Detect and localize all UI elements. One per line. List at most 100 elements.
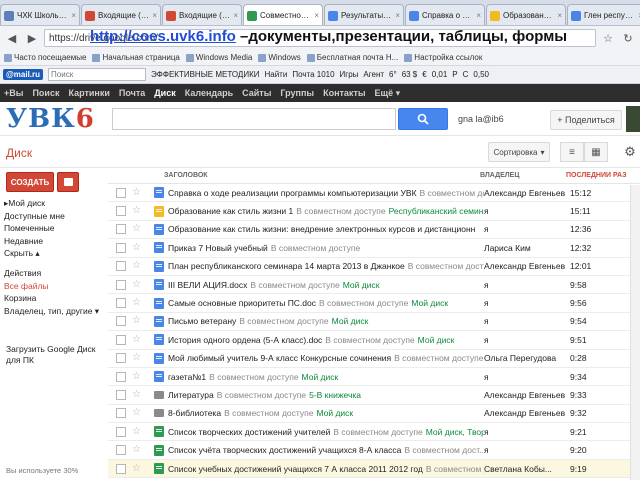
sidebar-item[interactable]: Доступные мне [0, 211, 108, 224]
row-checkbox[interactable] [116, 353, 126, 364]
gbar-link[interactable]: Контакты [323, 88, 365, 98]
browser-tab[interactable]: Входящие (099)× [81, 4, 161, 25]
browser-tab[interactable]: Образование на...× [486, 4, 566, 25]
browser-tab[interactable]: Результаты пои...× [324, 4, 404, 25]
folder-tag[interactable]: Мой диск [316, 408, 353, 418]
row-checkbox[interactable] [116, 187, 126, 198]
ext-item[interactable]: 63 $ [402, 70, 418, 79]
column-title[interactable]: ЗАГОЛОВОК [164, 172, 480, 179]
school-logo[interactable]: УВК6 [6, 104, 95, 134]
ext-item[interactable]: Р [452, 70, 457, 79]
folder-tag[interactable]: Мой диск [343, 280, 380, 290]
star-icon[interactable]: ☆ [132, 334, 144, 345]
file-title-cell[interactable]: III ВЕЛИ АЦИЯ.docx В совместном доступе Мо… [168, 280, 484, 290]
bookmark-item[interactable]: Бесплатная почта H... [306, 53, 398, 62]
bookmark-item[interactable]: Windows Media [185, 53, 252, 62]
mailru-logo[interactable]: @mail.ru [3, 69, 44, 80]
gbar-link[interactable]: Поиск [32, 88, 59, 98]
table-row[interactable]: ☆ Литература В совместном доступе 5-В книже… [108, 386, 640, 405]
star-icon[interactable]: ☆ [132, 316, 144, 326]
ext-item[interactable]: Почта 1010 [292, 70, 334, 79]
gbar-link[interactable]: Диск [154, 88, 175, 98]
close-icon[interactable]: × [152, 11, 157, 20]
folder-tag[interactable]: 5-В книжечка [309, 390, 361, 400]
folder-tag[interactable]: Мой диск [411, 298, 448, 308]
bookmark-item[interactable]: Часто посещаемые [4, 53, 86, 62]
folder-tag[interactable]: Мой диск, Твор [426, 427, 484, 437]
sidebar-item[interactable]: Корзина [0, 293, 108, 306]
bookmark-item[interactable]: Windows [258, 53, 301, 62]
star-icon[interactable]: ☆ [132, 426, 144, 437]
forward-icon[interactable]: ▶ [24, 30, 40, 46]
table-row[interactable]: ☆ III ВЕЛИ АЦИЯ.docx В совместном доступе М… [108, 276, 640, 295]
row-checkbox[interactable] [116, 242, 126, 253]
table-row[interactable]: ☆ Приказ 7 Новый учебный В совместном дост… [108, 239, 640, 258]
table-row[interactable]: ☆ Самые основные приоритеты ПС.doc В совме… [108, 294, 640, 313]
table-row[interactable]: ☆ Справка о ходе реализации программы ком… [108, 184, 640, 203]
file-title-cell[interactable]: газета№1 В совместном доступе Мой диск [168, 372, 484, 382]
file-title-cell[interactable]: Список творческих достижений учителей В с… [168, 427, 484, 437]
gear-icon[interactable]: ⚙ [620, 142, 640, 162]
gbar-link[interactable]: Группы [280, 88, 314, 98]
file-title-cell[interactable]: План республиканского семинара 14 марта … [168, 261, 484, 271]
browser-tab[interactable]: Совместное на...× [243, 4, 323, 25]
sidebar-item[interactable]: Владелец, тип, другие ▾ [0, 306, 108, 319]
ext-item[interactable]: 0,01 [432, 70, 448, 79]
star-icon[interactable]: ☆ [132, 279, 144, 290]
ext-item[interactable]: Игры [340, 70, 359, 79]
browser-tab[interactable]: Глен респубЛик...× [567, 4, 640, 25]
sidebar-item[interactable]: Все файлы [0, 281, 108, 294]
file-title-cell[interactable]: Письмо ветерану В совместном доступе Мой д… [168, 316, 484, 326]
folder-tag[interactable]: Мой диск [332, 316, 369, 326]
sidebar-item[interactable]: Помеченные [0, 223, 108, 236]
user-email[interactable]: gna la@ib6 [458, 114, 504, 124]
browser-tab[interactable]: ЧХК Школьник...× [0, 4, 80, 25]
file-title-cell[interactable]: Справка о ходе реализации программы комп… [168, 188, 484, 198]
table-row[interactable]: ☆ Мой любимый учитель 9-А класс Конкурсны… [108, 350, 640, 368]
back-icon[interactable]: ◀ [4, 30, 20, 46]
row-checkbox[interactable] [116, 334, 126, 345]
sidebar-item[interactable]: Недавние [0, 236, 108, 249]
bookmark-item[interactable]: Начальная страница [92, 53, 180, 62]
folder-tag[interactable]: Мой диск [302, 372, 339, 382]
star-icon[interactable]: ☆ [132, 389, 144, 400]
grid-view-button[interactable]: ▦ [584, 142, 608, 162]
list-view-button[interactable]: ≡ [560, 142, 584, 162]
close-icon[interactable]: × [557, 11, 562, 20]
table-row[interactable]: ☆ газета№1 В совместном доступе Мой диск я 9:… [108, 368, 640, 387]
close-icon[interactable]: × [71, 11, 76, 20]
ext-item[interactable]: ЭФФЕКТИВНЫЕ МЕТОДИКИ [151, 70, 259, 79]
avatar[interactable] [626, 106, 640, 132]
reload-icon[interactable]: ↻ [620, 30, 636, 46]
sidebar-item[interactable]: ▸Мой диск [0, 198, 108, 211]
table-row[interactable]: ☆ Образование как стиль жизни 1В совместн… [108, 202, 640, 221]
row-checkbox[interactable] [116, 224, 126, 235]
ext-item[interactable]: С [463, 70, 469, 79]
star-icon[interactable]: ☆ [132, 206, 144, 216]
column-modified[interactable]: ПОСЛЕДНИЙ РАЗ ОТ... [566, 172, 626, 179]
star-icon[interactable]: ☆ [132, 261, 144, 271]
star-icon[interactable]: ☆ [132, 242, 144, 253]
folder-tag[interactable]: Республиканский семинар [389, 206, 484, 216]
download-drive-link[interactable]: Загрузить Google Диск для ПК [6, 344, 106, 366]
browser-tab[interactable]: Справка о ходе...× [405, 4, 485, 25]
column-owner[interactable]: ВЛАДЕЛЕЦ [480, 172, 566, 179]
ext-item[interactable]: 0,50 [473, 70, 489, 79]
row-checkbox[interactable] [116, 389, 126, 400]
row-checkbox[interactable] [116, 445, 126, 456]
table-row[interactable]: ☆ Письмо ветерану В совместном доступе Мой … [108, 313, 640, 332]
star-icon[interactable]: ☆ [132, 463, 144, 474]
file-title-cell[interactable]: Образование как стиль жизни 1В совместно… [168, 206, 484, 216]
row-checkbox[interactable] [116, 316, 126, 327]
file-title-cell[interactable]: История одного ордена (5-А класс).doc В с… [168, 335, 484, 345]
gbar-link[interactable]: Сайты [242, 88, 271, 98]
close-icon[interactable]: × [476, 11, 481, 20]
star-icon[interactable]: ☆ [132, 371, 144, 382]
row-checkbox[interactable] [116, 371, 126, 382]
file-title-cell[interactable]: 8-библиотека В совместном доступе Мой диск [168, 408, 484, 418]
ext-item[interactable]: 6° [389, 70, 397, 79]
file-title-cell[interactable]: Образование как стиль жизни: внедрение э… [168, 224, 484, 234]
overlay-link[interactable]: http://coes.uvk6.info [90, 28, 236, 45]
ext-item[interactable]: Агент [363, 70, 384, 79]
ext-item[interactable]: € [422, 70, 426, 79]
